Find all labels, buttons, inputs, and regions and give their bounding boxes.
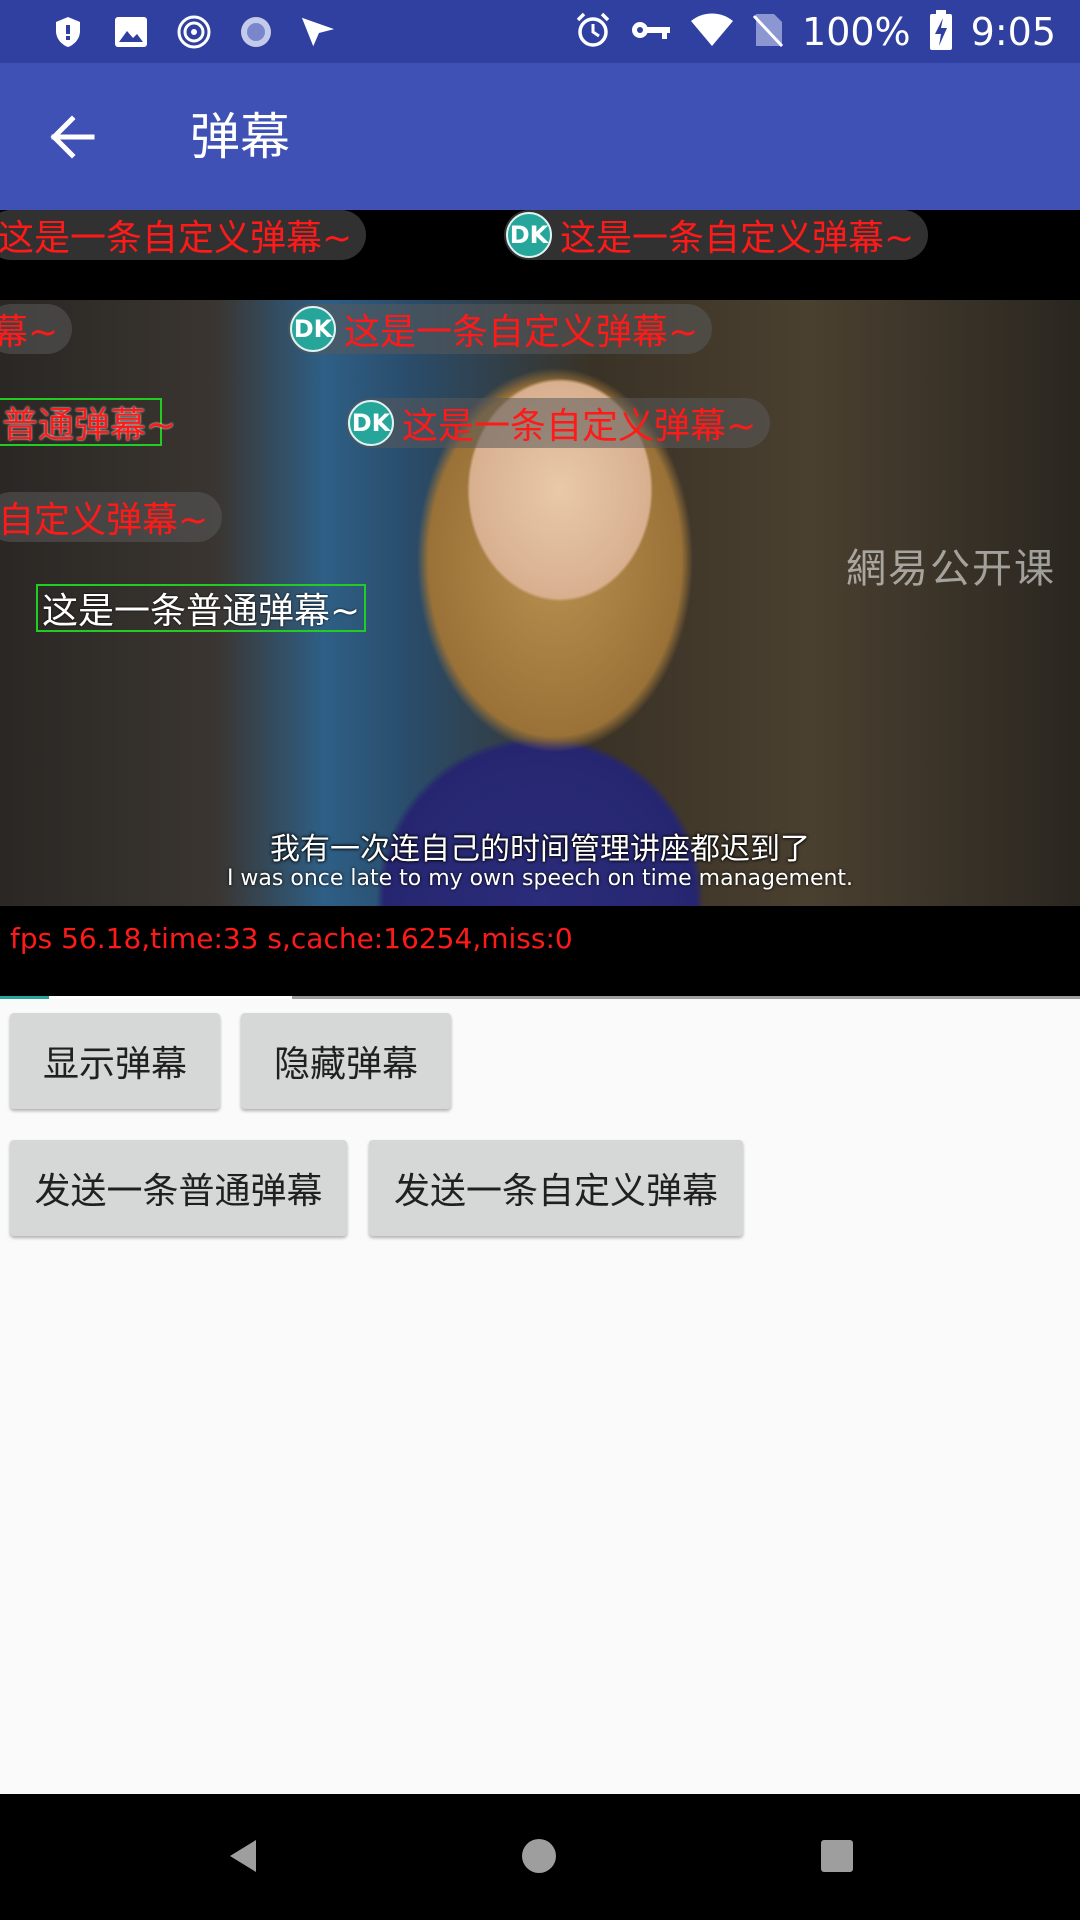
danmaku-plain: 普通弹幕~ <box>0 398 176 446</box>
status-right: 100% 9:05 <box>574 0 1056 63</box>
wifi-icon <box>690 13 734 51</box>
progress-played <box>0 996 49 999</box>
avatar: DK <box>290 306 336 352</box>
show-danmaku-button[interactable]: 显示弹幕 <box>10 1013 220 1109</box>
send-custom-danmaku-button[interactable]: 发送一条自定义弹幕 <box>369 1140 743 1236</box>
subtitle-en: I was once late to my own speech on time… <box>226 866 854 891</box>
progress-buffered <box>48 996 292 999</box>
send-plain-danmaku-button[interactable]: 发送一条普通弹幕 <box>10 1140 347 1236</box>
danmaku-custom: DK 这是一条自定义弹幕~ <box>288 304 713 354</box>
image-icon <box>113 14 149 50</box>
fps-readout: fps 56.18,time:33 s,cache:16254,miss:0 <box>10 922 573 955</box>
avatar: DK <box>348 400 394 446</box>
key-icon <box>630 18 672 46</box>
shield-icon <box>50 14 86 50</box>
nav-recents-button[interactable] <box>801 1820 873 1892</box>
danmaku-text: 普通弹幕~ <box>2 405 177 446</box>
arrow-back-icon <box>50 115 95 159</box>
danmaku-text: 这是一条自定义弹幕~ <box>402 406 757 447</box>
app-bar: 弹幕 <box>0 63 1080 210</box>
nav-home-button[interactable] <box>503 1820 575 1892</box>
danmaku-plain: 这是一条普通弹幕~ <box>36 584 366 632</box>
danmaku-text: 自定义弹幕~ <box>0 500 209 541</box>
danmaku-text: 幕~ <box>0 312 59 353</box>
danmaku-text: 这是一条自定义弹幕~ <box>560 218 915 259</box>
sync-icon <box>238 14 274 50</box>
recents-square-icon <box>821 1840 853 1872</box>
danmaku-custom: DK 这是一条自定义弹幕~ <box>346 398 771 448</box>
send-icon <box>300 14 336 50</box>
battery-charging-icon <box>929 9 953 54</box>
nav-back-button[interactable] <box>206 1820 278 1892</box>
navigation-bar <box>0 1794 1080 1920</box>
status-bar: 100% 9:05 <box>0 0 1080 63</box>
video-player[interactable]: 網易公开课 这是一条自定义弹幕~ DK 这是一条自定义弹幕~ 幕~ DK 这是一… <box>0 210 1080 996</box>
back-triangle-icon <box>230 1840 256 1872</box>
battery-percent: 100% <box>802 9 911 54</box>
danmaku-custom: 幕~ <box>0 304 73 354</box>
spiral-icon <box>176 14 212 50</box>
no-sim-icon <box>752 12 784 52</box>
home-circle-icon <box>522 1839 556 1873</box>
danmaku-custom: DK 这是一条自定义弹幕~ <box>504 210 929 260</box>
hide-danmaku-button[interactable]: 隐藏弹幕 <box>241 1013 451 1109</box>
danmaku-text: 这是一条普通弹幕~ <box>42 591 361 632</box>
alarm-icon <box>574 11 612 53</box>
danmaku-text: 这是一条自定义弹幕~ <box>0 218 353 259</box>
subtitle-zh: 我有一次连自己的时间管理讲座都迟到了 <box>270 832 810 867</box>
back-button[interactable] <box>40 105 104 169</box>
clock: 9:05 <box>970 9 1056 54</box>
danmaku-custom: 这是一条自定义弹幕~ <box>0 210 367 260</box>
page-title: 弹幕 <box>190 108 290 166</box>
avatar: DK <box>506 212 552 258</box>
danmaku-text: 这是一条自定义弹幕~ <box>344 312 699 353</box>
video-watermark: 網易公开课 <box>846 546 1056 592</box>
danmaku-custom: 自定义弹幕~ <box>0 492 223 542</box>
